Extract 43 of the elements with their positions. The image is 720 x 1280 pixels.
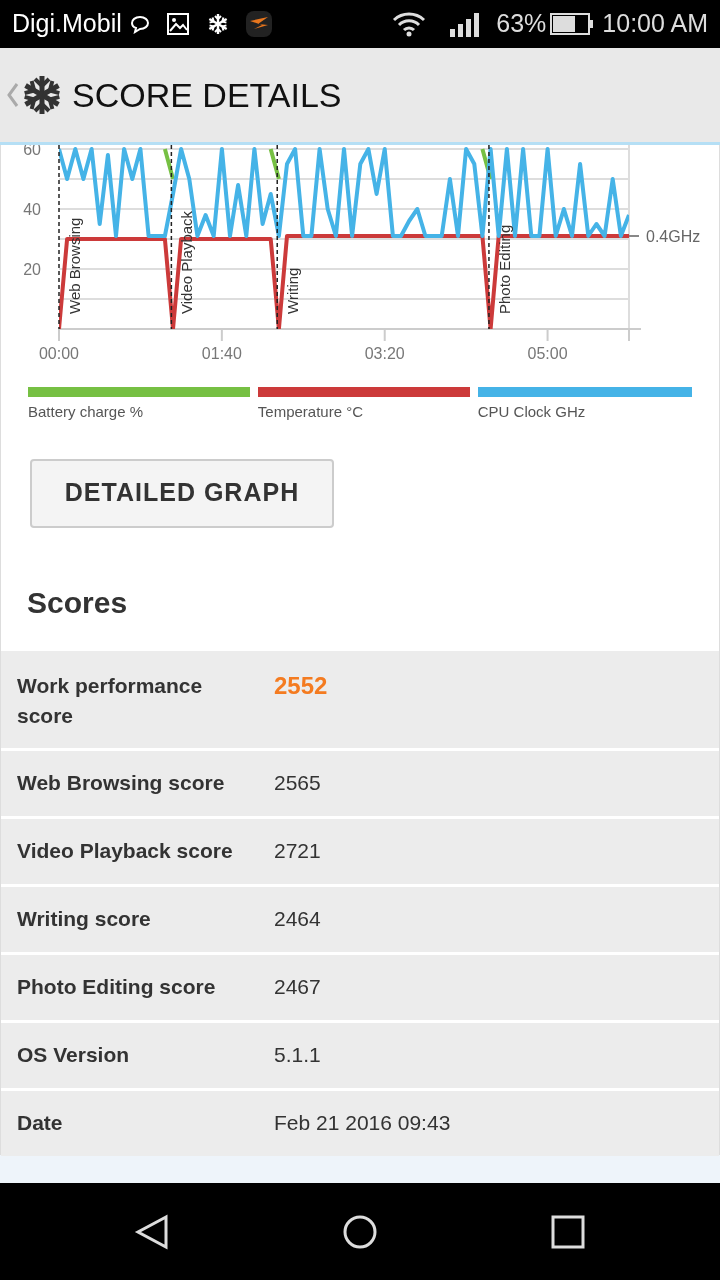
score-label: OS Version: [17, 1042, 131, 1068]
detailed-graph-button[interactable]: DETAILED GRAPH: [30, 458, 334, 528]
y-tick-label: 40: [23, 201, 41, 218]
recents-icon[interactable]: [550, 1213, 586, 1250]
score-value: 2721: [274, 838, 321, 864]
y-tick-label: 20: [23, 261, 41, 278]
battery-icon: [550, 12, 595, 36]
score-value: 2467: [274, 974, 321, 1000]
legend-label: CPU Clock GHz: [477, 402, 587, 422]
carrier-name: Digi.Mobil: [12, 8, 122, 40]
back-icon[interactable]: [134, 1213, 170, 1250]
score-value: 5.1.1: [274, 1042, 321, 1068]
chat-icon: [129, 14, 150, 34]
score-value: 2464: [274, 906, 321, 932]
signal-icon: [450, 11, 481, 37]
legend-label: Temperature °C: [257, 402, 364, 422]
x-tick-label: 05:00: [527, 345, 568, 362]
section-heading: Scores: [27, 584, 129, 621]
x-tick-label: 01:40: [201, 345, 242, 362]
page-title: SCORE DETAILS: [72, 74, 342, 116]
x-tick-label: 00:00: [39, 345, 79, 362]
score-label: Web Browsing score: [17, 770, 226, 796]
axis-label: 0.4GHz: [646, 228, 701, 245]
image-icon: [165, 12, 190, 36]
score-label: Date: [17, 1110, 64, 1136]
score-label: Writing score: [17, 906, 152, 932]
clock-time: 10:00 AM: [602, 8, 708, 40]
score-label: Photo Editing score: [17, 974, 217, 1000]
battery-percent: 63%: [496, 8, 547, 40]
score-label: Video Playback score: [17, 838, 234, 864]
app-icon: [245, 11, 272, 37]
home-icon[interactable]: [342, 1213, 378, 1250]
score-label: Work performance score: [17, 672, 204, 729]
wifi-icon: [392, 11, 427, 37]
marker-label: Video Playback: [178, 210, 196, 314]
marker-label: Web Browsing: [66, 217, 83, 314]
legend-label: Battery charge %: [28, 402, 145, 422]
score-value: Feb 21 2016 09:43: [274, 1110, 451, 1136]
marker-label: Photo Editing: [495, 224, 513, 314]
score-value: 2565: [274, 770, 321, 796]
score-value: 2552: [274, 670, 328, 701]
marker-label: Writing: [284, 267, 302, 314]
x-tick-label: 03:20: [364, 345, 405, 362]
